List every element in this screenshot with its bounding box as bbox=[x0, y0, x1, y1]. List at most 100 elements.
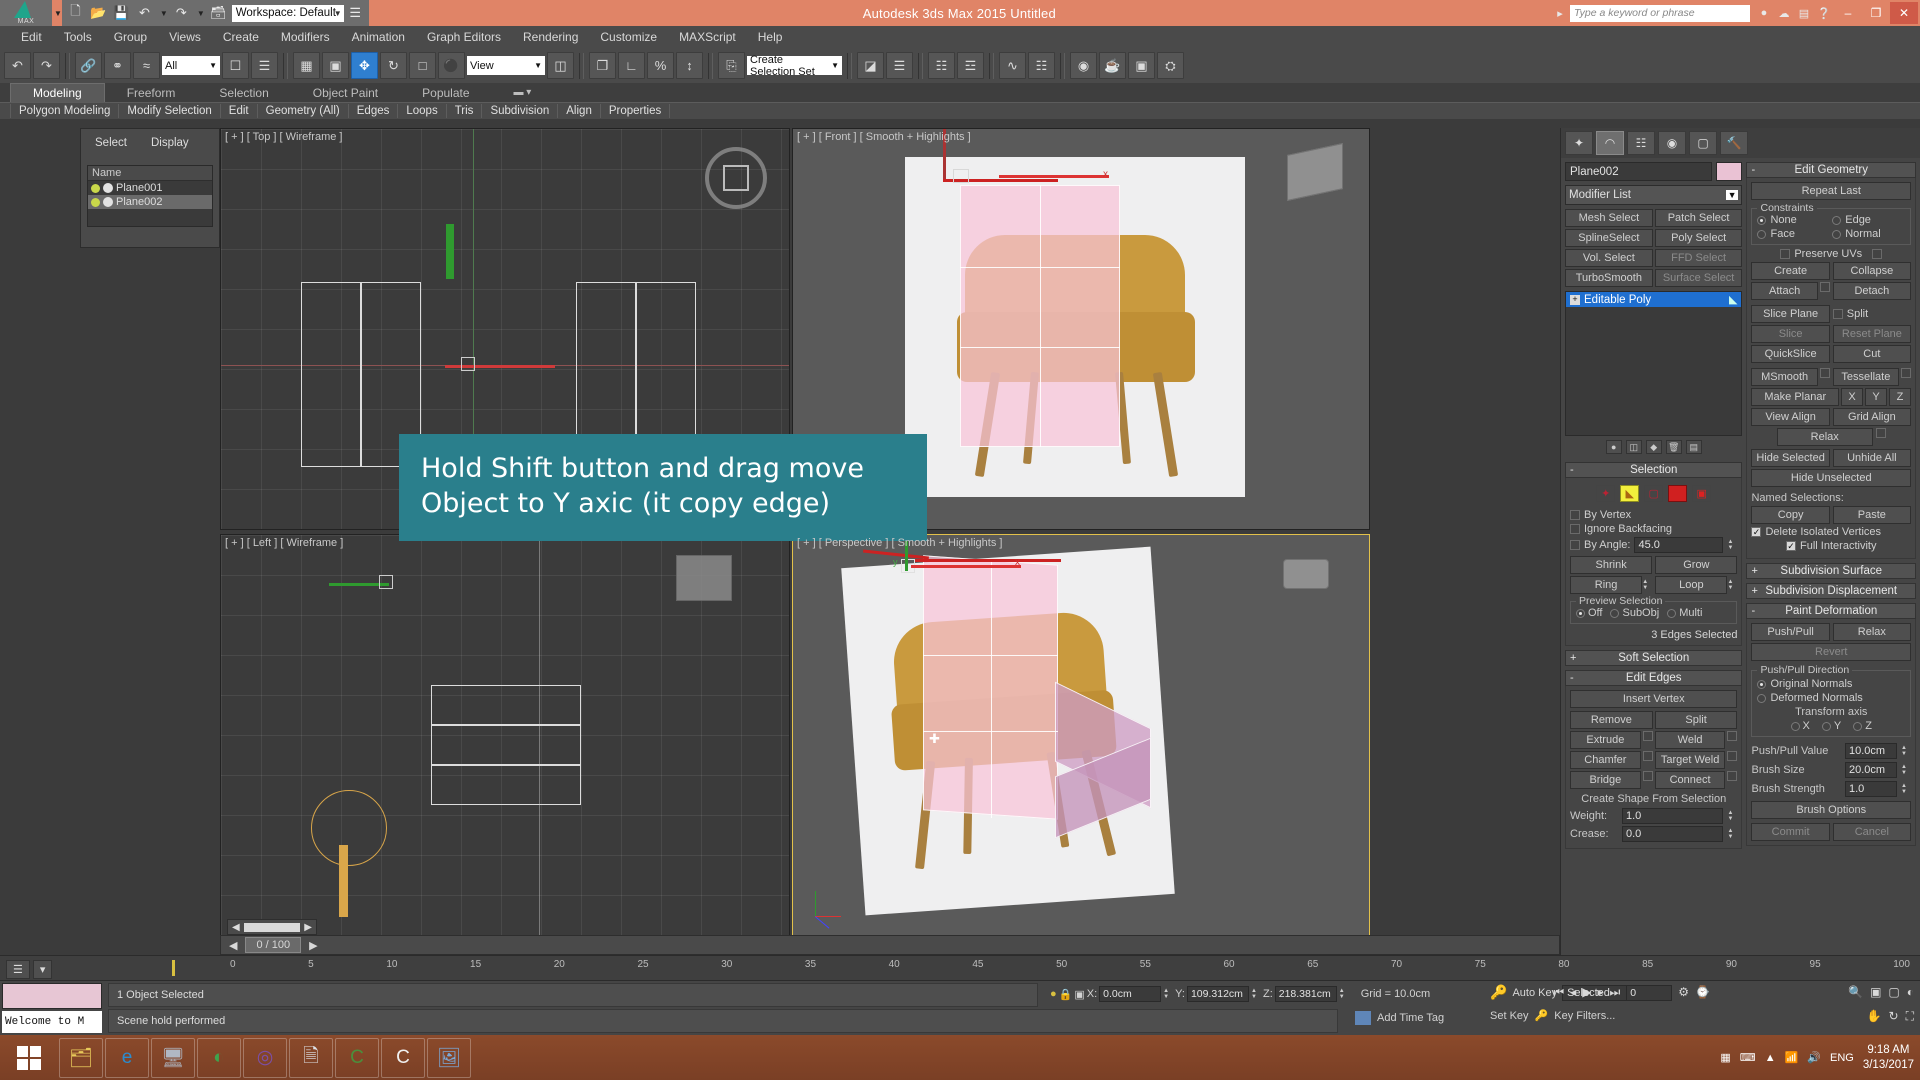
view-cube-icon[interactable] bbox=[1287, 143, 1343, 201]
radio-icon[interactable] bbox=[1821, 721, 1831, 731]
checkbox-icon[interactable] bbox=[1570, 510, 1580, 520]
menu-item-views[interactable]: Views bbox=[158, 28, 212, 46]
relax-button[interactable]: Relax bbox=[1776, 428, 1873, 446]
modifier-button-ffd-select[interactable]: FFD Select bbox=[1654, 249, 1743, 267]
brush-strength-field[interactable]: 1.0 bbox=[1845, 781, 1897, 797]
ribbon-overflow-icon[interactable]: ▬ ▾ bbox=[492, 85, 554, 100]
zoom-all-icon[interactable]: ▣ bbox=[1870, 985, 1881, 999]
list-item[interactable]: Plane002 bbox=[88, 195, 212, 209]
make-planar-z-button[interactable]: Z bbox=[1889, 388, 1911, 406]
volume-icon[interactable]: 🔊 bbox=[1807, 1051, 1821, 1064]
undo-dropdown-icon[interactable]: ▼ bbox=[160, 9, 168, 18]
direction-original-normals[interactable]: Original Normals bbox=[1757, 678, 1905, 690]
constraint-none[interactable]: None bbox=[1757, 214, 1830, 226]
scene-explorer-select-menu[interactable]: Select bbox=[95, 137, 127, 149]
menu-item-modifiers[interactable]: Modifiers bbox=[270, 28, 341, 46]
hierarchy-tab[interactable]: ☷ bbox=[1627, 131, 1655, 155]
ring-spinner[interactable]: ▲ ▼ bbox=[1642, 576, 1652, 594]
attach-button[interactable]: Attach bbox=[1751, 282, 1818, 300]
settings-icon[interactable] bbox=[1727, 751, 1738, 761]
time-tag-icon[interactable] bbox=[1355, 1011, 1371, 1025]
file-explorer-icon[interactable]: 🗂 bbox=[59, 1037, 103, 1078]
tessellate-button[interactable]: Tessellate bbox=[1832, 368, 1899, 386]
next-frame-icon[interactable]: ▸ bbox=[1597, 985, 1603, 1001]
collapse-button[interactable]: Collapse bbox=[1832, 262, 1911, 280]
preserve-uvs-settings-icon[interactable] bbox=[1872, 249, 1883, 259]
select-by-name-icon[interactable]: ☰ bbox=[251, 52, 278, 79]
menu-item-create[interactable]: Create bbox=[212, 28, 270, 46]
pin-stack-icon[interactable]: ● bbox=[1605, 440, 1622, 454]
add-time-tag-row[interactable]: Add Time Tag bbox=[1355, 1011, 1444, 1025]
shrink-button[interactable]: Shrink bbox=[1570, 556, 1653, 574]
brush-options-button[interactable]: Brush Options bbox=[1751, 801, 1911, 819]
go-to-end-icon[interactable]: ⏭ bbox=[1609, 985, 1620, 1001]
checkbox-icon[interactable]: ✓ bbox=[1751, 527, 1762, 537]
radio-icon[interactable] bbox=[1757, 693, 1767, 703]
expand-icon[interactable]: + bbox=[1570, 652, 1576, 664]
modifier-button-poly-select[interactable]: Poly Select bbox=[1654, 229, 1743, 247]
axis-x-radio[interactable]: X bbox=[1790, 720, 1810, 732]
help-icon[interactable]: ❔ bbox=[1814, 4, 1834, 22]
photo-viewer-icon[interactable]: 🖼 bbox=[427, 1037, 471, 1078]
element-icon[interactable]: ▣ bbox=[1692, 485, 1712, 502]
brush-size-field[interactable]: 20.0cm bbox=[1845, 762, 1897, 778]
align-icon[interactable]: ☰ bbox=[886, 52, 913, 79]
scene-explorer-display-menu[interactable]: Display bbox=[151, 137, 189, 149]
transform-gizmo-center[interactable] bbox=[461, 357, 475, 371]
named-selection-sets-field[interactable]: Create Selection Set ▼ bbox=[747, 54, 842, 78]
bind-to-space-warp-icon[interactable]: ≈ bbox=[133, 52, 160, 79]
motion-tab[interactable]: ◉ bbox=[1658, 131, 1686, 155]
edit-edges-weld-button[interactable]: Weld bbox=[1654, 731, 1726, 749]
border-icon[interactable]: ▢ bbox=[1644, 485, 1664, 502]
curve-editor-icon[interactable]: ∿ bbox=[999, 52, 1026, 79]
revert-button[interactable]: Revert bbox=[1751, 643, 1911, 661]
redo-dropdown-icon[interactable]: ▼ bbox=[197, 9, 205, 18]
cancel-button[interactable]: Cancel bbox=[1832, 823, 1911, 841]
transform-gizmo-center[interactable] bbox=[379, 575, 393, 589]
search-input[interactable]: Type a keyword or phrase bbox=[1570, 4, 1750, 22]
percent-snap-toggle-icon[interactable]: % bbox=[647, 52, 674, 79]
go-to-start-icon[interactable]: ⏮ bbox=[1553, 985, 1564, 1001]
reset-plane-button[interactable]: Reset Plane bbox=[1832, 325, 1911, 343]
weight-value[interactable]: 1.0 bbox=[1622, 808, 1724, 824]
ribbon-tab-selection[interactable]: Selection bbox=[197, 84, 290, 102]
y-spinner[interactable]: ▲ ▼ bbox=[1251, 988, 1261, 1000]
soft-selection-rollout-header[interactable]: + Soft Selection bbox=[1565, 650, 1743, 666]
paste-button[interactable]: Paste bbox=[1832, 506, 1911, 524]
y-coordinate-field[interactable]: 109.312cm bbox=[1186, 986, 1249, 1002]
polygon-icon[interactable] bbox=[1668, 485, 1688, 502]
radio-icon[interactable] bbox=[1790, 721, 1800, 731]
prev-frame-icon[interactable]: ◀ bbox=[232, 922, 240, 933]
quickslice-button[interactable]: QuickSlice bbox=[1751, 345, 1830, 363]
timeline-mini-nav[interactable]: ◀ ▶ bbox=[227, 919, 317, 935]
preview-option-multi[interactable]: Multi bbox=[1667, 607, 1702, 619]
relax-paint-button[interactable]: Relax bbox=[1832, 623, 1911, 641]
pan-view-icon[interactable]: ✋ bbox=[1867, 1009, 1882, 1024]
ignore-backfacing-checkbox[interactable]: Ignore Backfacing bbox=[1570, 523, 1737, 535]
collapse-icon[interactable]: - bbox=[1570, 672, 1574, 684]
key-mode-icon[interactable]: 🔑 bbox=[1490, 984, 1507, 1001]
relax-settings-icon[interactable] bbox=[1875, 428, 1886, 438]
redo-button[interactable]: ↷ bbox=[33, 52, 60, 79]
keyboard-icon[interactable]: ⌨ bbox=[1740, 1051, 1756, 1064]
make-planar-button[interactable]: Make Planar bbox=[1751, 388, 1839, 406]
ribbon-panel-modify-selection[interactable]: Modify Selection bbox=[119, 104, 221, 118]
by-angle-checkbox[interactable]: By Angle: 45.0 ▲ ▼ bbox=[1570, 537, 1737, 553]
app-menu-caret-icon[interactable]: ▼ bbox=[54, 9, 62, 18]
msmooth-settings-icon[interactable] bbox=[1819, 368, 1830, 378]
select-and-link-icon[interactable]: 🔗 bbox=[75, 52, 102, 79]
radio-icon[interactable] bbox=[1832, 229, 1842, 239]
modifier-list-dropdown[interactable]: Modifier List ▼ bbox=[1565, 185, 1743, 205]
select-and-move-icon[interactable]: ✥ bbox=[351, 52, 378, 79]
remove-modifier-icon[interactable]: 🗑 bbox=[1665, 440, 1682, 454]
brush-strength-spinner[interactable]: ▲ ▼ bbox=[1901, 783, 1911, 795]
settings-icon[interactable] bbox=[1727, 771, 1738, 781]
modifier-button-patch-select[interactable]: Patch Select bbox=[1654, 209, 1743, 227]
msmooth-button[interactable]: MSmooth bbox=[1751, 368, 1818, 386]
x-coordinate-field[interactable]: 0.0cm bbox=[1099, 986, 1162, 1002]
show-desktop-icon[interactable]: ▦ bbox=[1720, 1051, 1730, 1064]
mirror-icon[interactable]: ◪ bbox=[857, 52, 884, 79]
light-gizmo-icon[interactable] bbox=[311, 790, 387, 866]
slice-plane-button[interactable]: Slice Plane bbox=[1751, 305, 1830, 323]
radio-icon[interactable] bbox=[1757, 229, 1767, 239]
